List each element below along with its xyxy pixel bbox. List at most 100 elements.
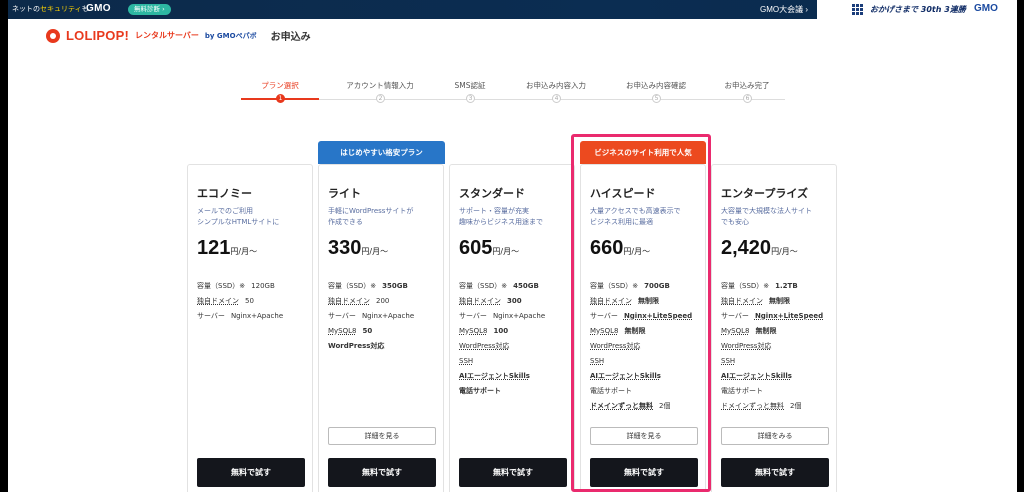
plan-name: エコノミー <box>197 187 252 200</box>
spec-key[interactable]: ドメインずっと無料 <box>590 402 653 410</box>
spec-key[interactable]: SSH <box>459 357 473 365</box>
by-gmo-pepabo: by GMOペパボ <box>204 31 257 40</box>
spec-value: Nginx+Apache <box>230 312 284 320</box>
plan-card-enterprise: エンタープライズ大容量で大規模な法人サイト でも安心 2,420円/月〜容量（SSD… <box>711 164 837 492</box>
spec-value: 450GB <box>513 282 539 290</box>
lolipop-logo-icon <box>46 28 60 43</box>
spec-value: 200 <box>376 297 390 305</box>
free-trial-button[interactable]: 無料で試す <box>459 458 567 487</box>
spec-key[interactable]: MySQL8 <box>721 327 750 335</box>
spec-key[interactable]: 独自ドメイン <box>459 297 501 305</box>
spec-row: 電話サポート <box>721 384 836 399</box>
step-account-info: アカウント情報入力 2 <box>335 80 425 103</box>
plan-description: 大容量で大規模な法人サイト でも安心 <box>721 206 833 228</box>
step-sms-auth: SMS認証 3 <box>425 80 515 103</box>
plan-specs: 容量（SSD）※ 350GB 独自ドメイン 200 サーバー Nginx+Apache My… <box>328 279 443 354</box>
plan-ribbon-highspeed: ビジネスのサイト利用で人気 <box>580 141 706 164</box>
spec-key[interactable]: MySQL8 <box>328 327 357 335</box>
spec-key[interactable]: AIエージェントSkills <box>590 372 661 380</box>
plan-name: ライト <box>328 187 361 200</box>
spec-key[interactable]: MySQL8 <box>459 327 488 335</box>
plan-detail-button[interactable]: 詳細を見る <box>590 427 698 445</box>
spec-key: 容量（SSD）※ <box>590 282 639 290</box>
plan-price: 660円/月〜 <box>590 237 650 260</box>
gmo-daikaigi-link[interactable]: GMO大会議 › <box>760 4 808 15</box>
plan-description-line: 大容量で大規模な法人サイト <box>721 207 812 215</box>
plan-name: ハイスピード <box>590 187 656 200</box>
spec-key[interactable]: AIエージェントSkills <box>721 372 792 380</box>
spec-key: 容量（SSD）※ <box>197 282 246 290</box>
free-trial-button[interactable]: 無料で試す <box>328 458 436 487</box>
security-banner-text[interactable]: ネットのセキュリティも <box>12 4 89 14</box>
page-title: お申込み <box>270 32 311 43</box>
spec-key[interactable]: WordPress対応 <box>459 342 509 350</box>
spec-key[interactable]: WordPress対応 <box>721 342 771 350</box>
site-header: LOLIPOP! レンタルサーバー by GMOペパボ お申込み <box>46 28 311 43</box>
free-trial-button[interactable]: 無料で試す <box>590 458 698 487</box>
plan-detail-button[interactable]: 詳細をみる <box>721 427 829 445</box>
price-amount: 2,420 <box>721 237 772 259</box>
plan-card-highspeed: ハイスピード 大量アクセスでも高速表示で ビジネス利用に最適 660円/月〜 容量（SS… <box>580 164 706 492</box>
spec-key[interactable]: SSH <box>590 357 604 365</box>
spec-row: MySQL8 50 <box>328 324 443 339</box>
plan-description-line: 大量アクセスでも高速表示で <box>590 207 681 215</box>
step-label: プラン選択 <box>261 81 299 90</box>
plan-description-line: 手軽にWordPressサイトが <box>328 207 414 215</box>
free-trial-button[interactable]: 無料で試す <box>197 458 305 487</box>
plan-description-line: でも安心 <box>721 218 749 226</box>
spec-key[interactable]: WordPress対応 <box>590 342 640 350</box>
spec-key: サーバー <box>590 312 618 320</box>
plan-detail-button[interactable]: 詳細を見る <box>328 427 436 445</box>
spec-key[interactable]: 独自ドメイン <box>721 297 763 305</box>
step-number: 6 <box>743 94 752 103</box>
spec-row: WordPress対応 <box>328 339 443 354</box>
spec-key[interactable]: SSH <box>721 357 735 365</box>
plan-card-economy: エコノミー メールでのご利用 シンプルなHTMLサイトに 121円/月〜 容量（SSD）… <box>187 164 313 492</box>
price-unit: 円/月〜 <box>361 247 389 256</box>
step-label: お申込み内容確認 <box>626 81 686 90</box>
app-grid-icon[interactable] <box>852 4 863 15</box>
plan-description: サポート・容量が充実 趣味からビジネス用途まで <box>459 206 571 228</box>
plan-description: 手軽にWordPressサイトが 作成できる <box>328 206 440 228</box>
spec-value: 350GB <box>382 282 408 290</box>
spec-row: AIエージェントSkills <box>590 369 705 384</box>
plan-description-line: シンプルなHTMLサイトに <box>197 218 280 226</box>
spec-row: WordPress対応 <box>721 339 836 354</box>
plan-price: 121円/月〜 <box>197 237 257 260</box>
spec-key[interactable]: ドメインずっと無料 <box>721 402 784 410</box>
step-number: 5 <box>652 94 661 103</box>
spec-key: 容量（SSD）※ <box>328 282 377 290</box>
spec-row: ドメインずっと無料 2個 <box>721 399 836 414</box>
rental-server-label: レンタルサーバー <box>135 31 199 40</box>
free-diagnosis-button[interactable]: 無料診断 › <box>128 4 171 15</box>
gmo-top-bar: ネットのセキュリティも GMO 無料診断 › GMO大会議 › おかげさまで 3… <box>8 0 1017 19</box>
spec-value: 50 <box>245 297 254 305</box>
spec-key[interactable]: AIエージェントSkills <box>459 372 530 380</box>
spec-key[interactable]: MySQL8 <box>590 327 619 335</box>
gmo-logo[interactable]: GMO <box>86 3 111 14</box>
price-unit: 円/月〜 <box>492 247 520 256</box>
plan-card-lite: ライト 手軽にWordPressサイトが 作成できる 330円/月〜 容量（SSD）※ 3… <box>318 164 444 492</box>
lolipop-logo-text[interactable]: LOLIPOP! <box>66 28 129 43</box>
step-label: お申込み内容入力 <box>526 81 586 90</box>
spec-key: 電話サポート <box>459 387 501 395</box>
spec-row: 容量（SSD）※ 350GB <box>328 279 443 294</box>
step-label: アカウント情報入力 <box>346 81 414 90</box>
spec-key[interactable]: 独自ドメイン <box>197 297 239 305</box>
plan-card-standard: スタンダード サポート・容量が充実 趣味からビジネス用途まで 605円/月〜 容量（SS… <box>449 164 575 492</box>
spec-row: 電話サポート <box>590 384 705 399</box>
spec-row: サーバー Nginx+Apache <box>197 309 312 324</box>
price-unit: 円/月〜 <box>230 247 258 256</box>
free-trial-button[interactable]: 無料で試す <box>721 458 829 487</box>
spec-value: 無制限 <box>638 297 659 305</box>
plan-description-line: 作成できる <box>328 218 363 226</box>
spec-key[interactable]: 独自ドメイン <box>590 297 632 305</box>
spec-key: 容量（SSD）※ <box>721 282 770 290</box>
spec-row: サーバー Nginx+LiteSpeed <box>721 309 836 324</box>
plan-name: スタンダード <box>459 187 525 200</box>
gmo-logo-right[interactable]: GMO <box>974 3 998 14</box>
plan-price: 2,420円/月〜 <box>721 237 798 260</box>
spec-key[interactable]: 独自ドメイン <box>328 297 370 305</box>
spec-value: 2個 <box>659 402 671 410</box>
plan-name: エンタープライズ <box>721 187 809 200</box>
